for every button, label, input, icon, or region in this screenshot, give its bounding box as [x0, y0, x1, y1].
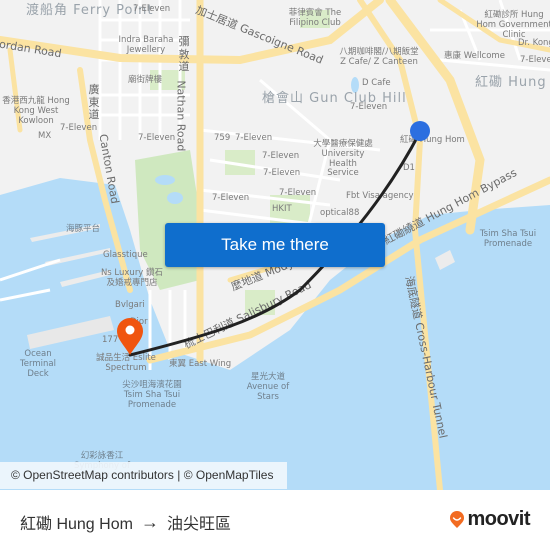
origin-name: 紅磡 Hung Hom	[20, 516, 133, 533]
arrow-right-icon: →	[140, 511, 159, 532]
take-me-there-button[interactable]: Take me there	[165, 223, 385, 267]
destination-name: 油尖旺區	[166, 516, 231, 533]
moovit-logo: moovit	[449, 508, 530, 531]
moovit-wordmark: moovit	[467, 508, 530, 530]
destination-pin	[117, 318, 143, 355]
route-title: 紅磡 Hung Hom → 油尖旺區	[20, 510, 231, 534]
map-view[interactable]: 渡船角 Ferry Point 槍會山 Gun Club Hill 紅磡 Hun…	[0, 0, 550, 490]
footer-bar: 紅磡 Hung Hom → 油尖旺區 moovit	[0, 490, 550, 550]
map-attribution: © OpenStreetMap contributors | © OpenMap…	[0, 462, 287, 489]
moovit-pin-icon	[450, 510, 465, 528]
origin-marker	[410, 121, 430, 141]
